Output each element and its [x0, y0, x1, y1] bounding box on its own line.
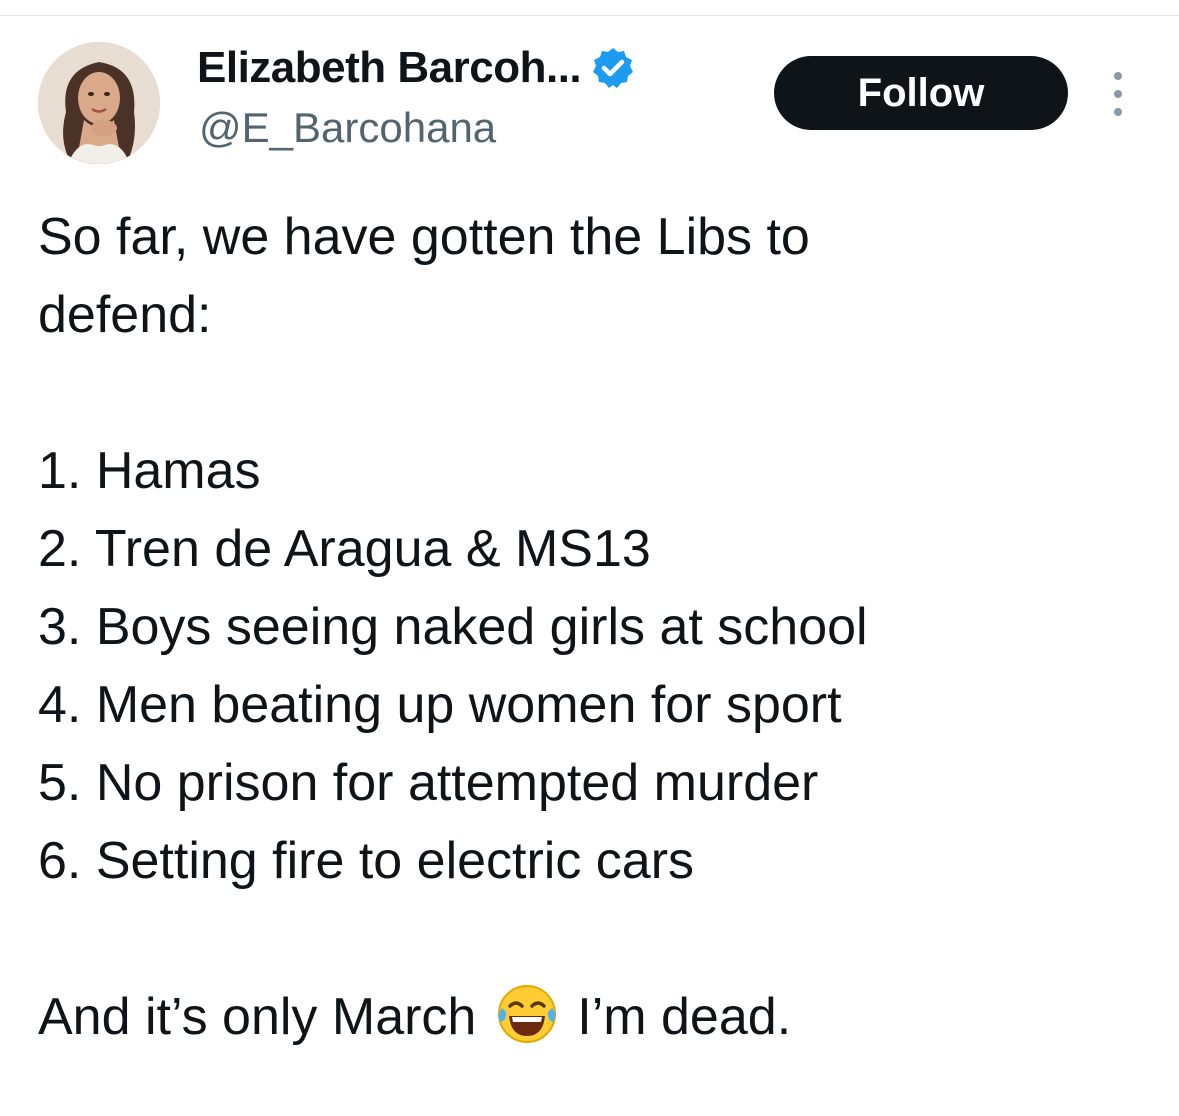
avatar[interactable]	[38, 42, 160, 164]
face-with-tears-of-joy-icon	[495, 982, 559, 1046]
author-handle[interactable]: @E_Barcohana	[199, 104, 496, 152]
list-item: 1. Hamas	[38, 442, 261, 500]
tweet-intro-line-2: defend:	[38, 286, 212, 344]
closing-text-before-emoji: And it’s only March	[38, 988, 477, 1046]
author-display-name[interactable]: Elizabeth Barcoh...	[197, 43, 582, 93]
list-item: 2. Tren de Aragua & MS13	[38, 520, 651, 578]
list-item: 5. No prison for attempted murder	[38, 754, 819, 812]
tweet-text: So far, we have gotten the Libs to defen…	[38, 198, 1148, 1056]
top-divider	[0, 0, 1179, 16]
list-item: 4. Men beating up women for sport	[38, 676, 842, 734]
more-vertical-icon[interactable]	[1100, 66, 1136, 122]
follow-button[interactable]: Follow	[774, 56, 1068, 130]
list-item: 6. Setting fire to electric cars	[38, 832, 695, 890]
author-name-row[interactable]: Elizabeth Barcoh...	[197, 40, 635, 96]
closing-text-after-emoji: I’m dead.	[577, 988, 792, 1046]
tweet-intro-line-1: So far, we have gotten the Libs to	[38, 208, 810, 266]
tweet-closing-line: And it’s only March I’m dead.	[38, 978, 1148, 1056]
list-item: 3. Boys seeing naked girls at school	[38, 598, 868, 656]
verified-badge-icon	[591, 46, 635, 90]
